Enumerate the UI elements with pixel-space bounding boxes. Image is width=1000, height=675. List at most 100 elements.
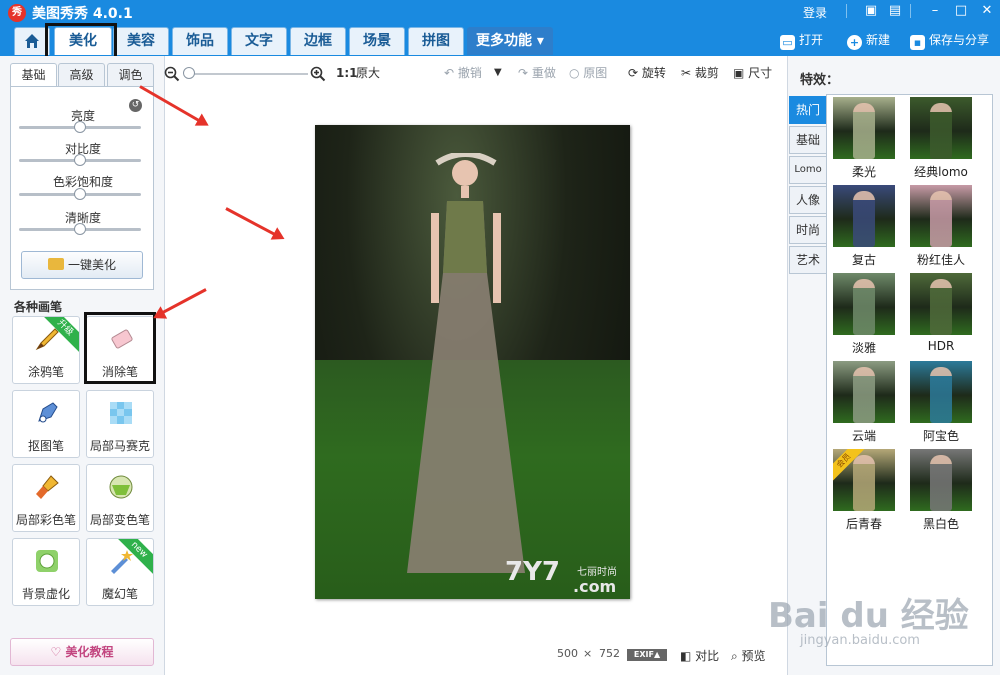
- effects-title: 特效：: [800, 73, 840, 88]
- effects-tab-portrait[interactable]: 人像: [789, 186, 827, 214]
- effect-thumbnail[interactable]: [910, 97, 972, 159]
- redo-button[interactable]: ↷ 重做: [518, 63, 556, 83]
- original-button[interactable]: ○ 原图: [569, 63, 607, 83]
- tab-text[interactable]: 文字: [231, 27, 287, 55]
- crop-button[interactable]: ✂ 裁剪: [681, 63, 719, 83]
- tab-frames[interactable]: 边框: [290, 27, 346, 55]
- highlight-box-beautify-tab: [45, 23, 117, 59]
- effect-thumbnail[interactable]: [910, 361, 972, 423]
- brush-magic[interactable]: new 魔幻笔: [86, 538, 154, 606]
- effects-tab-lomo[interactable]: Lomo: [789, 156, 827, 184]
- title-bar: 秀 美图秀秀 4.0.1 登录 ▣ ▤ – □ ✕ 美化 美容 饰品 文字 边框…: [0, 0, 1000, 59]
- brush-mosaic[interactable]: 局部马赛克: [86, 390, 154, 458]
- saturation-label: 色彩饱和度: [52, 175, 113, 189]
- tutorial-label: 美化教程: [65, 645, 114, 659]
- tab-scenes[interactable]: 场景: [349, 27, 405, 55]
- login-link[interactable]: 登录: [803, 4, 827, 21]
- title-separator: [846, 4, 847, 18]
- effects-tab-art[interactable]: 艺术: [789, 246, 827, 274]
- tab-color-tone[interactable]: 调色: [107, 63, 154, 87]
- brush-label: 局部彩色笔: [15, 513, 76, 527]
- app-title: 美图秀秀 4.0.1: [32, 6, 133, 22]
- effects-tab-basic[interactable]: 基础: [789, 126, 827, 154]
- effect-thumbnail[interactable]: 会员: [833, 449, 895, 511]
- effect-thumbnail[interactable]: [833, 361, 895, 423]
- image-width: 500: [557, 647, 578, 660]
- undo-dropdown-icon[interactable]: ▼: [494, 63, 502, 83]
- effect-label: 阿宝色: [922, 429, 959, 443]
- brush-local-color[interactable]: 局部彩色笔: [12, 464, 80, 532]
- effect-thumbnail[interactable]: [910, 185, 972, 247]
- tab-advanced[interactable]: 高级: [58, 63, 105, 87]
- open-button[interactable]: ▭ 打开: [780, 30, 823, 50]
- new-button[interactable]: + 新建: [847, 30, 890, 50]
- effect-label: 经典lomo: [914, 165, 968, 179]
- highlight-box-eraser: [84, 312, 156, 384]
- effect-label: 淡雅: [851, 341, 876, 355]
- effects-panel: 特效： 热门 基础 Lomo 人像 时尚 艺术 柔光 经典lomo 复古 粉红佳人 淡雅…: [787, 56, 1000, 675]
- save-share-button[interactable]: ▪ 保存与分享: [910, 30, 989, 50]
- effect-label: 黑白色: [922, 517, 959, 531]
- brush-label: 局部马赛克: [89, 439, 150, 453]
- undo-button[interactable]: ↶ 撤销: [444, 63, 482, 83]
- effect-thumbnail[interactable]: [833, 273, 895, 335]
- save-share-label: 保存与分享: [929, 33, 990, 47]
- tab-makeup[interactable]: 美容: [113, 27, 169, 55]
- message-icon[interactable]: ▣: [860, 2, 882, 20]
- feedback-icon[interactable]: ▤: [884, 2, 906, 20]
- minimize-button[interactable]: –: [924, 2, 946, 20]
- open-label: 打开: [799, 33, 824, 47]
- effect-thumbnail-model: [853, 455, 875, 511]
- effects-tab-popular[interactable]: 热门: [789, 96, 827, 124]
- original-label: 原图: [583, 66, 608, 80]
- photo-model: [407, 153, 525, 573]
- tab-more-features[interactable]: 更多功能 ▾: [467, 27, 553, 55]
- close-button[interactable]: ✕: [976, 2, 998, 20]
- compare-button[interactable]: ◧ 对比: [680, 647, 719, 664]
- effect-label: 复古: [851, 253, 876, 267]
- tab-decorations[interactable]: 饰品: [172, 27, 228, 55]
- zoom-slider-handle[interactable]: [183, 67, 195, 79]
- effect-thumbnail-model: [930, 103, 952, 159]
- effect-thumbnail-model: [853, 279, 875, 335]
- effect-thumbnail[interactable]: [833, 185, 895, 247]
- compare-label: 对比: [695, 649, 720, 663]
- beautify-tutorial-button[interactable]: ♡ 美化教程: [10, 638, 154, 666]
- rotate-label: 旋转: [641, 66, 666, 80]
- brush-local-recolor[interactable]: 局部变色笔: [86, 464, 154, 532]
- resize-label: 尺寸: [748, 66, 773, 80]
- brightness-slider-handle[interactable]: [74, 121, 86, 133]
- magic-wand-icon: [47, 258, 64, 270]
- saturation-slider-handle[interactable]: [74, 188, 86, 200]
- brush-cutout[interactable]: 抠图笔: [12, 390, 80, 458]
- zoom-out-icon[interactable]: [164, 66, 180, 82]
- tab-basic[interactable]: 基础: [10, 63, 57, 87]
- effects-tab-fashion[interactable]: 时尚: [789, 216, 827, 244]
- tab-collage[interactable]: 拼图: [408, 27, 464, 55]
- edited-photo[interactable]: 7Y7 七丽时尚 .com: [315, 125, 630, 599]
- rotate-icon: ⟳: [628, 66, 642, 80]
- preview-button[interactable]: ⌕ 预览: [731, 647, 766, 664]
- brush-background-blur[interactable]: 背景虚化: [12, 538, 80, 606]
- effect-thumbnail[interactable]: [910, 449, 972, 511]
- preview-icon: ⌕: [731, 649, 742, 663]
- resize-button[interactable]: ▣ 尺寸: [733, 63, 772, 83]
- rotate-button[interactable]: ⟳ 旋转: [628, 63, 666, 83]
- compare-icon: ◧: [680, 649, 696, 663]
- effect-thumbnail-model: [853, 191, 875, 247]
- photo-watermark: 7Y7: [505, 557, 561, 587]
- effect-thumbnail-model: [930, 191, 952, 247]
- exif-button[interactable]: EXIF▲: [627, 649, 667, 661]
- maximize-button[interactable]: □: [950, 2, 972, 20]
- zoom-in-icon[interactable]: [310, 66, 326, 82]
- brush-doodle[interactable]: 升级 涂鸦笔: [12, 316, 80, 384]
- effect-thumbnail[interactable]: [910, 273, 972, 335]
- one-click-beautify-button[interactable]: 一键美化: [21, 251, 143, 279]
- ratio-label[interactable]: 1:1: [336, 63, 358, 83]
- effect-thumbnail[interactable]: [833, 97, 895, 159]
- original-size-button[interactable]: 原大: [356, 63, 380, 83]
- zoom-slider[interactable]: [184, 73, 308, 75]
- save-icon: ▪: [910, 35, 925, 50]
- sharpness-slider-handle[interactable]: [74, 223, 86, 235]
- contrast-slider-handle[interactable]: [74, 154, 86, 166]
